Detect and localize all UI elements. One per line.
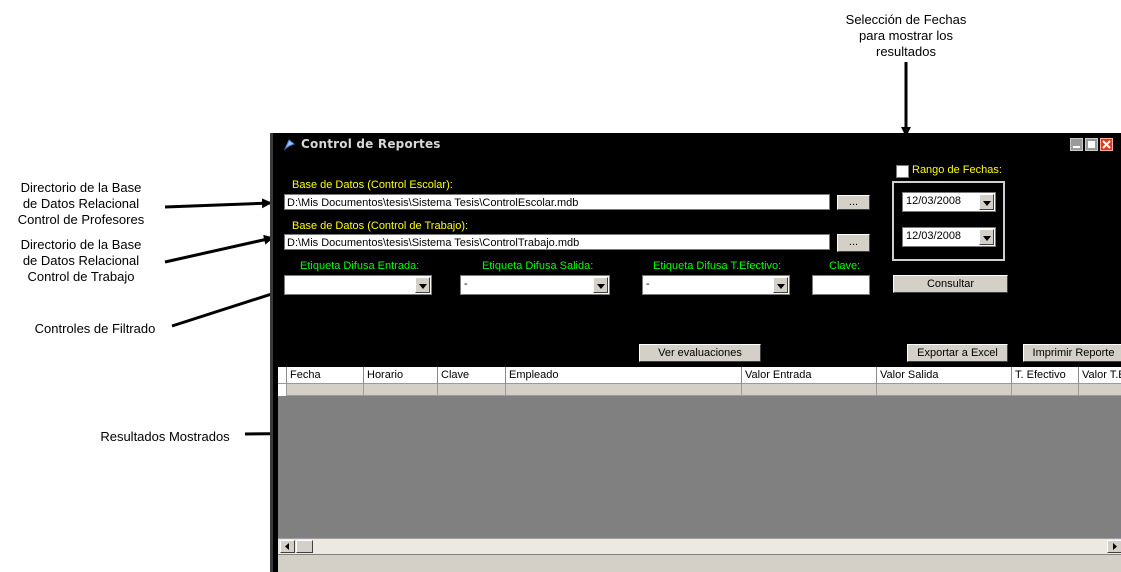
table-cell: [286, 384, 363, 396]
table-row[interactable]: [278, 384, 1121, 396]
arrow-left-icon: [285, 543, 289, 550]
minimize-button[interactable]: [1070, 138, 1083, 151]
table-cell: [363, 384, 437, 396]
table-cell: [505, 384, 741, 396]
imprimir-reporte-button[interactable]: Imprimir Reporte: [1023, 344, 1121, 362]
date-from-picker[interactable]: 12/03/2008: [902, 192, 996, 212]
horizontal-scrollbar[interactable]: [278, 538, 1121, 554]
scroll-left-button[interactable]: [280, 540, 295, 553]
db-trabajo-label: Base de Datos (Control de Trabajo):: [292, 220, 469, 232]
salida-label: Etiqueta Difusa Salida:: [482, 260, 594, 272]
row-selector[interactable]: [278, 384, 286, 396]
results-grid[interactable]: Fecha Horario Clave Empleado Valor Entra…: [278, 367, 1121, 557]
date-to-picker[interactable]: 12/03/2008: [902, 227, 996, 247]
minimize-icon: [1073, 146, 1080, 148]
maximize-icon: [1088, 141, 1095, 148]
table-cell: [437, 384, 505, 396]
close-button[interactable]: [1100, 138, 1113, 151]
entrada-label: Etiqueta Difusa Entrada:: [300, 260, 420, 272]
arrow-db-trabajo: [164, 234, 274, 264]
date-to-value: 12/03/2008: [906, 230, 962, 242]
date-range-checkbox[interactable]: [896, 165, 909, 178]
scroll-thumb[interactable]: [296, 540, 313, 553]
salida-select-value: -: [464, 278, 468, 290]
title-bar[interactable]: Control de Reportes: [273, 133, 1121, 155]
column-header-valor-te[interactable]: Valor T.E: [1078, 367, 1121, 384]
column-header-valor-entrada[interactable]: Valor Entrada: [741, 367, 876, 384]
date-from-value: 12/03/2008: [906, 195, 962, 207]
entrada-select[interactable]: [284, 275, 432, 295]
clave-input[interactable]: [812, 275, 870, 295]
table-cell: [1078, 384, 1121, 396]
status-bar: [278, 555, 1121, 572]
maximize-button[interactable]: [1085, 138, 1098, 151]
column-header-valor-salida[interactable]: Valor Salida: [876, 367, 1011, 384]
app-icon: [283, 139, 295, 151]
chevron-down-icon[interactable]: [415, 277, 430, 293]
exportar-excel-button[interactable]: Exportar a Excel: [907, 344, 1008, 362]
arrow-db-escolar: [164, 198, 272, 209]
efectivo-select-value: -: [646, 278, 650, 290]
consultar-button[interactable]: Consultar: [893, 275, 1008, 293]
column-header-t-efectivo[interactable]: T. Efectivo: [1011, 367, 1078, 384]
db-escolar-browse-button[interactable]: ...: [837, 195, 870, 210]
date-range-label: Rango de Fechas:: [912, 164, 1002, 176]
db-escolar-label: Base de Datos (Control Escolar):: [292, 179, 453, 191]
ver-evaluaciones-button[interactable]: Ver evaluaciones: [639, 344, 761, 362]
column-header-fecha[interactable]: Fecha: [286, 367, 363, 384]
db-escolar-path-field[interactable]: D:\Mis Documentos\tesis\Sistema Tesis\Co…: [284, 194, 830, 210]
table-cell: [876, 384, 1011, 396]
chevron-down-icon[interactable]: [979, 194, 994, 210]
db-trabajo-path-field[interactable]: D:\Mis Documentos\tesis\Sistema Tesis\Co…: [284, 234, 830, 250]
chevron-down-icon[interactable]: [979, 229, 994, 245]
arrow-right-icon: [1113, 543, 1117, 550]
efectivo-select[interactable]: -: [642, 275, 790, 295]
reports-window: Control de Reportes Base de Datos (Contr…: [270, 133, 1121, 572]
table-cell: [1011, 384, 1078, 396]
grid-header: Fecha Horario Clave Empleado Valor Entra…: [278, 367, 1121, 384]
scroll-right-button[interactable]: [1107, 540, 1121, 553]
chevron-down-icon[interactable]: [593, 277, 608, 293]
column-header-horario[interactable]: Horario: [363, 367, 437, 384]
clave-label: Clave:: [829, 260, 861, 272]
chevron-down-icon[interactable]: [773, 277, 788, 293]
salida-select[interactable]: -: [460, 275, 610, 295]
table-cell: [741, 384, 876, 396]
window-title: Control de Reportes: [301, 137, 441, 151]
efectivo-label: Etiqueta Difusa T.Efectivo:: [653, 260, 782, 272]
db-trabajo-browse-button[interactable]: ...: [837, 234, 870, 252]
column-header-clave[interactable]: Clave: [437, 367, 505, 384]
column-header-empleado[interactable]: Empleado: [505, 367, 741, 384]
close-icon: [1102, 140, 1111, 149]
